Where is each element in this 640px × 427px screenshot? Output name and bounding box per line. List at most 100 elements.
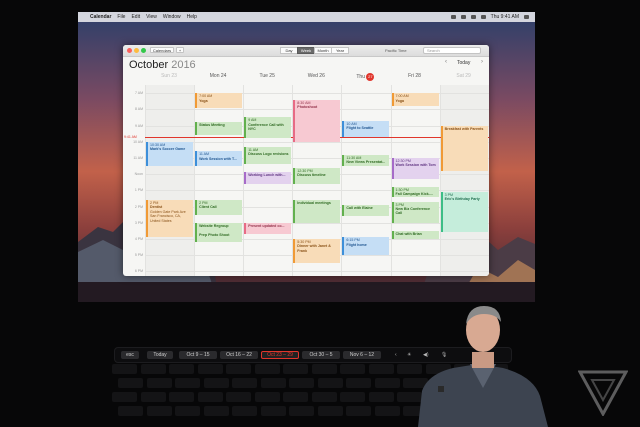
hour-line xyxy=(145,141,489,143)
calendar-event[interactable]: 5:30 PM Dinner with Janet & Frank xyxy=(293,238,341,264)
event-title: Eric's Birthday Party xyxy=(444,197,480,202)
calendar-event[interactable]: Chat with Brian xyxy=(391,230,439,239)
calendar-event[interactable]: 10 AM Flight to Seattle xyxy=(342,120,390,137)
keyboard-key xyxy=(289,406,314,416)
calendar-event[interactable]: 12:30 PM Work Session with Tom xyxy=(391,157,439,179)
event-title: Conference Call with NYC xyxy=(248,122,284,132)
view-year-tab[interactable]: Year xyxy=(331,47,349,54)
keyboard-key xyxy=(374,406,400,416)
event-title: Yoga xyxy=(395,98,405,103)
keyboard-key xyxy=(346,378,371,388)
calendar-event[interactable]: Breakfast with Parents xyxy=(440,125,488,171)
calendar-event[interactable]: 11 AM Discuss Logo revisions xyxy=(244,146,292,165)
event-title: Dinner with Janet & Frank xyxy=(297,244,331,253)
menu-clock[interactable]: Thu 9:41 AM xyxy=(491,14,519,20)
calendar-event[interactable]: Working Lunch with... xyxy=(244,172,292,184)
volume-icon[interactable] xyxy=(470,15,476,19)
calendars-button[interactable]: Calendars xyxy=(150,47,174,53)
calendar-event[interactable]: 12:30 PM Discuss timeline xyxy=(293,167,341,184)
calendar-event[interactable]: 8:30 AM Photoshoot xyxy=(293,99,341,142)
day-header-label: Tue 25 xyxy=(259,73,275,79)
calendar-event[interactable]: 7:00 AM Yoga xyxy=(195,93,243,108)
touchbar-week-5[interactable]: Nov 6 – 12 xyxy=(343,351,381,359)
day-header[interactable]: Wed 26 xyxy=(292,73,340,79)
day-header[interactable]: Sun 23 xyxy=(145,73,193,79)
touchbar-collapse-icon[interactable]: ‹ xyxy=(395,351,397,359)
hour-line xyxy=(145,271,489,273)
menu-help[interactable]: Help xyxy=(187,14,197,20)
touchbar-week-selected[interactable]: Oct 23 – 29 xyxy=(261,351,299,359)
day-header[interactable]: Sat 29 xyxy=(440,73,488,79)
calendar-event[interactable]: 10:30 AM Mark's Soccer Game xyxy=(146,141,194,166)
day-header[interactable]: Fri 28 xyxy=(391,73,439,79)
calendar-event[interactable]: 2 PM Client Call xyxy=(195,200,243,215)
calendar-event[interactable]: 9 AM Conference Call with NYC xyxy=(244,117,292,139)
close-window-icon[interactable] xyxy=(127,48,132,53)
timezone-selector[interactable]: Pacific Time xyxy=(385,47,407,54)
calendar-event[interactable]: Website Regroup xyxy=(195,222,243,233)
day-divider xyxy=(439,85,441,276)
menu-app-name[interactable]: Calendar xyxy=(90,14,111,20)
calendar-event[interactable]: Status Meeting xyxy=(195,122,243,136)
menu-window[interactable]: Window xyxy=(163,14,181,20)
calendar-event[interactable]: 3 PM Eric's Birthday Party xyxy=(440,191,488,233)
event-title: Individual meetings xyxy=(297,201,331,206)
event-title: Mark's Soccer Game xyxy=(150,147,186,152)
year-label: 2016 xyxy=(171,59,196,71)
event-location: Golden Gate Park Ave San Francisco, CA, … xyxy=(150,209,186,223)
keyboard-key xyxy=(112,392,137,402)
calendar-event[interactable]: 2 PM Dentist Golden Gate Park Ave San Fran… xyxy=(146,200,194,238)
touchbar-esc-key[interactable]: esc xyxy=(121,351,139,359)
keyboard-key xyxy=(311,392,337,402)
keyboard-key xyxy=(203,378,229,388)
day-header[interactable]: Mon 24 xyxy=(194,73,242,79)
hour-label: 7 AM xyxy=(135,91,143,96)
battery-icon[interactable] xyxy=(480,15,486,19)
next-week-button[interactable]: › xyxy=(481,59,483,65)
event-title: Status Meeting xyxy=(199,123,225,128)
calendar-event[interactable]: Individual meetings xyxy=(293,200,341,223)
keyboard-key xyxy=(197,364,223,374)
touchbar-week-4[interactable]: Oct 30 – 5 xyxy=(302,351,340,359)
calendar-event[interactable]: Prep Photo Shoot xyxy=(195,232,243,243)
calendar-event[interactable]: 3 PM New Biz Conference Call xyxy=(391,201,439,223)
calendar-event[interactable]: 1:30 PM Fall Campaign Kick-... xyxy=(391,187,439,197)
minimize-window-icon[interactable] xyxy=(134,48,139,53)
menu-edit[interactable]: Edit xyxy=(131,14,140,20)
menu-file[interactable]: File xyxy=(117,14,125,20)
hour-label: 2 PM xyxy=(134,204,143,209)
view-month-tab[interactable]: Month xyxy=(314,47,332,54)
touchbar-week-2[interactable]: Oct 16 – 22 xyxy=(220,351,258,359)
view-day-tab[interactable]: Day xyxy=(280,47,298,54)
today-button[interactable]: Today xyxy=(457,60,470,66)
day-header-label: Sun 23 xyxy=(161,73,177,79)
touchbar-today-button[interactable]: Today xyxy=(147,351,173,359)
day-header[interactable]: Tue 25 xyxy=(243,73,291,79)
calendar-event[interactable]: 7:00 AM Yoga xyxy=(391,93,439,107)
menu-view[interactable]: View xyxy=(146,14,157,20)
calendar-event[interactable]: Call with Elaine xyxy=(342,204,390,217)
day-header[interactable]: Thu 27 xyxy=(341,73,389,81)
touchbar-week-1[interactable]: Oct 9 – 15 xyxy=(179,351,217,359)
zoom-window-icon[interactable] xyxy=(141,48,146,53)
weekend-column xyxy=(439,85,489,276)
wifi-icon[interactable] xyxy=(460,15,466,19)
calendar-event[interactable]: Present updated co... xyxy=(244,222,292,235)
status-icon[interactable] xyxy=(450,15,456,19)
calendar-event[interactable]: 11 AM Work Session with T... xyxy=(195,151,243,166)
hour-label: 11 AM xyxy=(133,155,143,160)
keyboard-key xyxy=(283,364,308,374)
keyboard-key xyxy=(112,364,137,374)
projected-screen: Calendar File Edit View Window Help Thu … xyxy=(78,12,535,302)
keyboard-key xyxy=(317,378,343,388)
calendar-event[interactable]: 6:15 PM Flight home xyxy=(342,237,390,256)
keyboard-key xyxy=(226,392,251,402)
add-event-button[interactable]: + xyxy=(176,47,184,53)
keyboard-key xyxy=(203,406,229,416)
search-field[interactable]: Search xyxy=(423,47,481,54)
view-week-tab[interactable]: Week xyxy=(297,47,315,54)
spotlight-icon[interactable] xyxy=(524,15,529,19)
calendar-event[interactable]: 11:30 AM New Views Presentat... xyxy=(342,154,390,166)
week-grid[interactable]: 7 AM 8 AM 9 AM 10 AM 11 AM Noon 1 PM 2 PM 3 PM 4 … xyxy=(123,85,489,276)
previous-week-button[interactable]: ‹ xyxy=(445,59,447,65)
